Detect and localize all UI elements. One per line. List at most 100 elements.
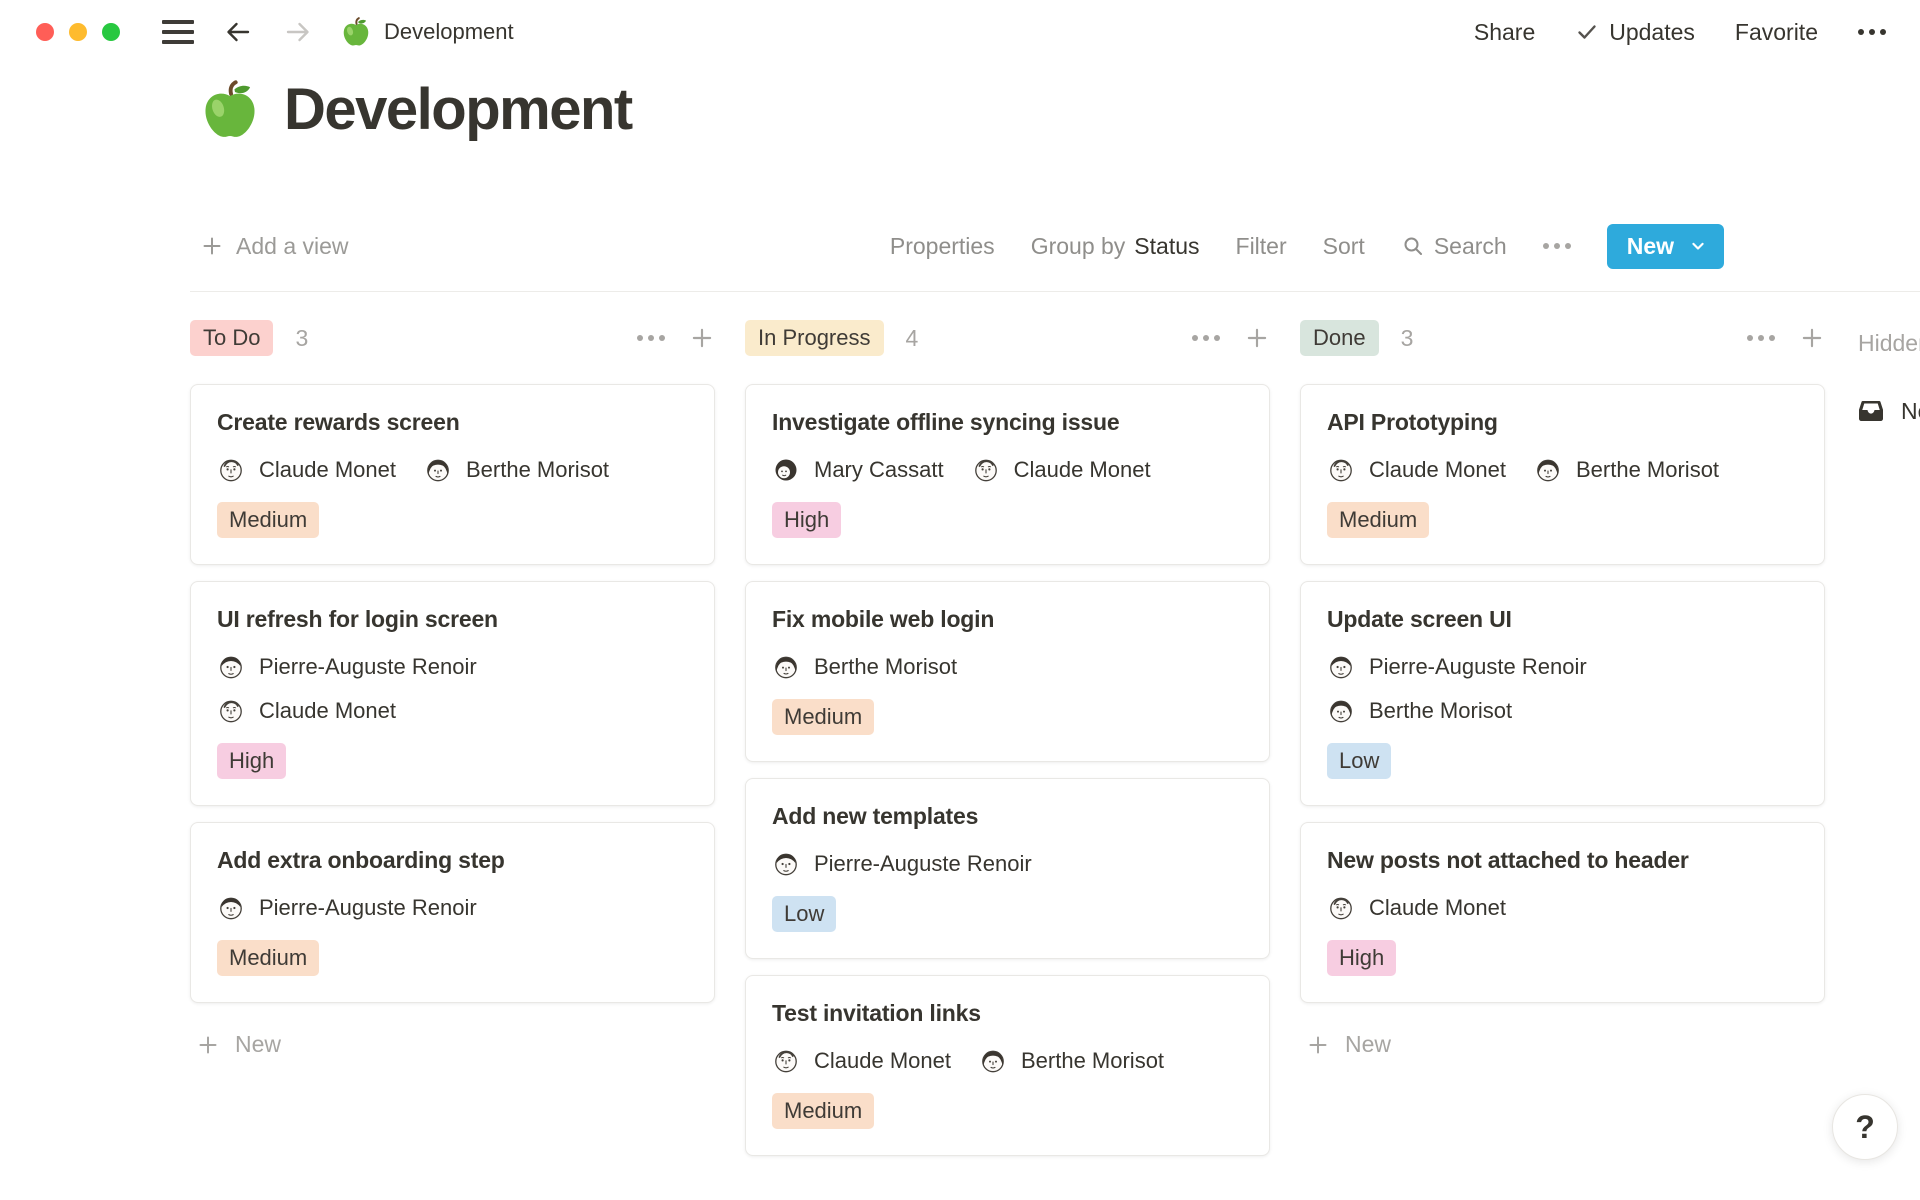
card-add-extra-onboarding-step[interactable]: Add extra onboarding step Pierre-Auguste… xyxy=(190,822,715,1003)
inbox-icon xyxy=(1856,396,1886,426)
card-ui-refresh-for-login-screen[interactable]: UI refresh for login screen Pierre-Augus… xyxy=(190,581,715,806)
column-header: To Do 3 xyxy=(190,318,715,358)
view-more-options-icon[interactable] xyxy=(1543,243,1571,249)
assignee-name: Berthe Morisot xyxy=(1369,698,1512,724)
new-card-label: New xyxy=(1345,1031,1391,1058)
filter-button[interactable]: Filter xyxy=(1236,233,1287,260)
card-title: Update screen UI xyxy=(1327,606,1798,633)
updates-button[interactable]: Updates xyxy=(1575,19,1695,46)
assignee: Berthe Morisot xyxy=(1534,456,1719,484)
search-label: Search xyxy=(1434,233,1507,260)
avatar-claude-monet xyxy=(1327,894,1355,922)
priority-badge: Medium xyxy=(772,699,874,735)
help-button[interactable]: ? xyxy=(1832,1094,1898,1160)
card-title: New posts not attached to header xyxy=(1327,847,1798,874)
card-update-screen-ui[interactable]: Update screen UI Pierre-Auguste Renoir B… xyxy=(1300,581,1825,806)
page-header: Development xyxy=(198,76,632,143)
add-view-label: Add a view xyxy=(236,233,349,260)
page-icon-green-apple[interactable] xyxy=(198,78,262,142)
assignee: Pierre-Auguste Renoir xyxy=(1327,653,1798,681)
view-toolbar: Add a view Properties Group by Status Fi… xyxy=(200,222,1920,270)
card-test-invitation-links[interactable]: Test invitation links Claude Monet Berth… xyxy=(745,975,1270,1156)
column-add-card-icon[interactable] xyxy=(1799,325,1825,351)
card-title: Add extra onboarding step xyxy=(217,847,688,874)
assignee: Claude Monet xyxy=(772,1047,951,1075)
plus-icon xyxy=(200,234,224,258)
assignee-name: Berthe Morisot xyxy=(1576,457,1719,483)
avatar-pierre-auguste-renoir xyxy=(217,894,245,922)
status-pill-in-progress[interactable]: In Progress xyxy=(745,320,884,356)
chevron-down-icon xyxy=(1688,236,1708,256)
assignee: Claude Monet xyxy=(1327,894,1506,922)
sidebar-menu-icon[interactable] xyxy=(162,20,194,44)
card-add-new-templates[interactable]: Add new templates Pierre-Auguste Renoir … xyxy=(745,778,1270,959)
assignee-name: Claude Monet xyxy=(1369,457,1506,483)
status-pill-done[interactable]: Done xyxy=(1300,320,1379,356)
assignee: Claude Monet xyxy=(217,456,396,484)
assignee: Berthe Morisot xyxy=(424,456,609,484)
column-more-icon[interactable] xyxy=(637,335,665,341)
card-api-prototyping[interactable]: API Prototyping Claude Monet Berthe Mori… xyxy=(1300,384,1825,565)
updates-label: Updates xyxy=(1609,19,1695,46)
more-options-icon[interactable] xyxy=(1858,29,1886,35)
assignee-name: Pierre-Auguste Renoir xyxy=(814,851,1032,877)
column-done: Done 3 API Prototyping Claude Monet Bert… xyxy=(1300,318,1825,1058)
zoom-window-button[interactable] xyxy=(102,23,120,41)
avatar-claude-monet xyxy=(217,697,245,725)
page-title[interactable]: Development xyxy=(284,76,632,143)
card-investigate-offline-syncing-issue[interactable]: Investigate offline syncing issue Mary C… xyxy=(745,384,1270,565)
new-card-button[interactable]: New xyxy=(1306,1031,1825,1058)
hidden-columns-label[interactable]: Hidden xyxy=(1858,330,1920,357)
assignee-name: Berthe Morisot xyxy=(1021,1048,1164,1074)
column-more-icon[interactable] xyxy=(1747,335,1775,341)
back-arrow-icon[interactable] xyxy=(222,16,254,48)
assignee-name: Berthe Morisot xyxy=(466,457,609,483)
assignee-name: Claude Monet xyxy=(259,698,396,724)
status-pill-to-do[interactable]: To Do xyxy=(190,320,273,356)
breadcrumb-page-title[interactable]: Development xyxy=(384,19,514,45)
properties-button[interactable]: Properties xyxy=(890,233,995,260)
assignee: Berthe Morisot xyxy=(772,653,957,681)
favorite-button[interactable]: Favorite xyxy=(1735,19,1818,46)
assignee-name: Claude Monet xyxy=(1369,895,1506,921)
card-create-rewards-screen[interactable]: Create rewards screen Claude Monet Berth… xyxy=(190,384,715,565)
card-fix-mobile-web-login[interactable]: Fix mobile web login Berthe Morisot Medi… xyxy=(745,581,1270,762)
assignee: Berthe Morisot xyxy=(1327,697,1798,725)
avatar-berthe-morisot xyxy=(772,653,800,681)
column-more-icon[interactable] xyxy=(1192,335,1220,341)
assignee: Pierre-Auguste Renoir xyxy=(772,850,1032,878)
sort-button[interactable]: Sort xyxy=(1323,233,1365,260)
card-new-posts-not-attached-to-header[interactable]: New posts not attached to header Claude … xyxy=(1300,822,1825,1003)
share-button[interactable]: Share xyxy=(1474,19,1535,46)
add-view-button[interactable]: Add a view xyxy=(200,233,349,260)
column-add-card-icon[interactable] xyxy=(1244,325,1270,351)
assignee-name: Mary Cassatt xyxy=(814,457,944,483)
search-button[interactable]: Search xyxy=(1401,233,1507,260)
new-card-label: New xyxy=(235,1031,281,1058)
priority-badge: Medium xyxy=(217,940,319,976)
assignee-name: Claude Monet xyxy=(1014,457,1151,483)
traffic-lights xyxy=(36,23,120,41)
avatar-claude-monet xyxy=(972,456,1000,484)
green-apple-icon xyxy=(340,16,372,48)
column-in-progress: In Progress 4 Investigate offline syncin… xyxy=(745,318,1270,1172)
check-icon xyxy=(1575,20,1599,44)
hidden-group-no-status[interactable]: No Status xyxy=(1856,396,1920,426)
priority-badge: Low xyxy=(772,896,836,932)
assignee: Claude Monet xyxy=(217,697,688,725)
minimize-window-button[interactable] xyxy=(69,23,87,41)
forward-arrow-icon[interactable] xyxy=(282,16,314,48)
avatar-pierre-auguste-renoir xyxy=(1327,653,1355,681)
search-icon xyxy=(1401,234,1425,258)
card-title: API Prototyping xyxy=(1327,409,1798,436)
column-add-card-icon[interactable] xyxy=(689,325,715,351)
priority-badge: High xyxy=(1327,940,1396,976)
group-by-button[interactable]: Group by Status xyxy=(1031,233,1200,260)
new-button[interactable]: New xyxy=(1607,224,1724,269)
new-card-button[interactable]: New xyxy=(196,1031,715,1058)
avatar-mary-cassatt xyxy=(772,456,800,484)
card-title: Create rewards screen xyxy=(217,409,688,436)
priority-badge: Medium xyxy=(772,1093,874,1129)
close-window-button[interactable] xyxy=(36,23,54,41)
card-title: Fix mobile web login xyxy=(772,606,1243,633)
